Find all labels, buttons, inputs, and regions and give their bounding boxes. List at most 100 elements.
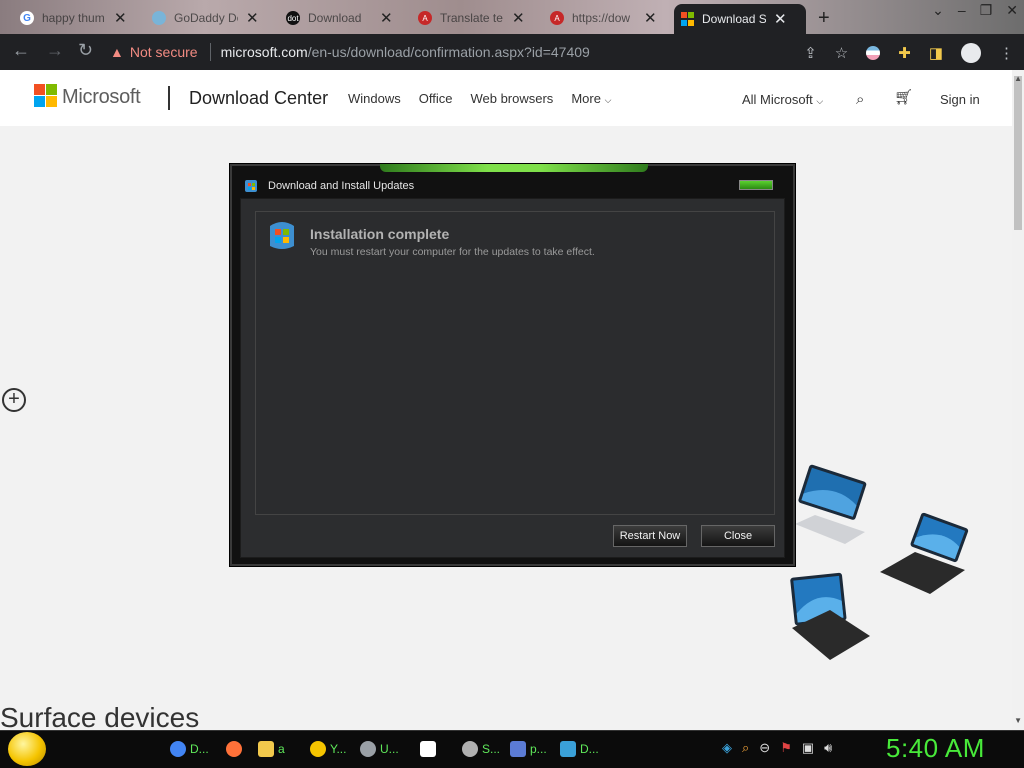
- volume-icon[interactable]: 🔊︎: [824, 740, 832, 756]
- network-icon[interactable]: ▣: [802, 740, 814, 756]
- microsoft-logo[interactable]: [34, 84, 57, 107]
- taskbar-item-label: U...: [380, 742, 399, 756]
- restore-icon[interactable]: ❐: [980, 2, 993, 19]
- taskbar-item-label: D...: [190, 742, 209, 756]
- gear-icon: [462, 741, 478, 757]
- dot-site-icon: dot: [286, 11, 300, 25]
- dialog-glow: [380, 164, 648, 172]
- taskbar-item-label: a: [278, 742, 285, 756]
- tab-label: GoDaddy De: [174, 11, 238, 25]
- tab-label: Download S: [702, 12, 766, 26]
- nav-office[interactable]: Office: [419, 91, 453, 106]
- chevron-down-icon: ⌵: [604, 95, 612, 105]
- tab-4[interactable]: A Translate te ✕: [412, 4, 531, 32]
- toolbar-icons: ⇪ ☆ ✚ ◨ ⋮: [804, 43, 1014, 63]
- back-icon[interactable]: ←: [12, 40, 30, 61]
- nav-more-label: More: [571, 91, 601, 106]
- flag-icon[interactable]: ⚑: [780, 740, 792, 756]
- tab-3[interactable]: dot Download ✕: [280, 4, 399, 32]
- search-icon[interactable]: ⌕: [742, 740, 749, 756]
- update-dialog: Download and Install Updates Installatio…: [230, 164, 795, 566]
- translate-icon: A: [550, 11, 564, 25]
- all-microsoft-menu[interactable]: All Microsoft ⌵: [742, 92, 823, 107]
- site-nav: Windows Office Web browsers More ⌵: [348, 91, 611, 106]
- taskbar-item-7[interactable]: S...: [462, 736, 500, 762]
- minimize-icon[interactable]: –: [958, 2, 966, 19]
- side-panel-icon[interactable]: ◨: [929, 44, 943, 62]
- extensions-puzzle-icon[interactable]: ✚: [898, 44, 911, 62]
- translate-icon: A: [418, 11, 432, 25]
- start-smiley-icon[interactable]: [8, 732, 46, 766]
- close-window-icon[interactable]: ✕: [1006, 2, 1018, 19]
- new-tab-button[interactable]: +: [818, 7, 830, 30]
- taskbar-clock[interactable]: 5:40 AM: [886, 733, 985, 764]
- surface-devices-image: [790, 464, 969, 660]
- close-tab-icon[interactable]: ✕: [114, 9, 127, 27]
- section-heading: Surface devices: [0, 702, 200, 730]
- url-field[interactable]: ▲ Not secure microsoft.com /en-us/downlo…: [110, 38, 850, 66]
- tab-1[interactable]: G happy thum ✕: [14, 4, 133, 32]
- taskbar-item-9[interactable]: D...: [560, 736, 599, 762]
- taskbar-item-8[interactable]: p...: [510, 736, 547, 762]
- scroll-up-icon[interactable]: ▲: [1014, 74, 1022, 83]
- update-tray-icon[interactable]: ◈: [722, 740, 732, 756]
- taskbar-item-5[interactable]: U...: [360, 736, 399, 762]
- document-icon: [510, 741, 526, 757]
- search-icon[interactable]: ⌕: [856, 91, 864, 108]
- close-tab-icon[interactable]: ✕: [246, 9, 259, 27]
- bookmark-star-icon[interactable]: ☆: [835, 44, 848, 62]
- windows-update-icon: [245, 180, 257, 192]
- url-host: microsoft.com: [220, 44, 308, 60]
- nav-more[interactable]: More ⌵: [571, 91, 611, 106]
- close-button[interactable]: Close: [701, 525, 775, 547]
- tab-6-active[interactable]: Download S ✕: [674, 4, 806, 34]
- close-tab-icon[interactable]: ✕: [380, 9, 393, 27]
- nav-windows[interactable]: Windows: [348, 91, 401, 106]
- tab-5[interactable]: A https://dow ✕: [544, 4, 663, 32]
- tab-search-icon[interactable]: ⌄: [932, 2, 944, 19]
- tab-2[interactable]: GoDaddy De ✕: [146, 4, 265, 32]
- tab-label: https://dow: [572, 11, 631, 25]
- system-tray: ◈ ⌕ ⊖ ⚑ ▣ 🔊︎: [722, 740, 832, 756]
- forward-icon[interactable]: →: [46, 40, 64, 61]
- chevron-down-icon: ⌵: [816, 96, 824, 106]
- globe-icon: [152, 11, 166, 25]
- scroll-down-icon[interactable]: ▼: [1014, 716, 1022, 725]
- taskbar-item-3[interactable]: a: [258, 736, 285, 762]
- taskbar-item-label: D...: [580, 742, 599, 756]
- google-icon: G: [20, 11, 34, 25]
- taskbar-item-2[interactable]: [226, 736, 242, 762]
- extension-flag-icon[interactable]: [866, 46, 881, 60]
- site-header: Microsoft Download Center Windows Office…: [0, 70, 1012, 126]
- share-icon[interactable]: ⇪: [804, 44, 817, 62]
- profile-avatar[interactable]: [961, 43, 981, 63]
- reload-icon[interactable]: ↻: [78, 40, 93, 61]
- warning-icon: ▲: [110, 44, 124, 60]
- cart-icon[interactable]: 🛒︎: [894, 88, 913, 106]
- tab-label: Translate te: [440, 11, 503, 25]
- brand-name[interactable]: Microsoft: [62, 86, 141, 109]
- all-microsoft-label: All Microsoft: [742, 92, 813, 107]
- taskbar-item-1[interactable]: D...: [170, 736, 209, 762]
- taskbar-item-4[interactable]: Y...: [310, 736, 346, 762]
- close-tab-icon[interactable]: ✕: [512, 9, 525, 27]
- scrollbar-thumb[interactable]: [1014, 76, 1022, 230]
- address-bar-row: ← → ↻ ▲ Not secure microsoft.com /en-us/…: [0, 34, 1024, 70]
- menu-icon[interactable]: ⋮: [999, 44, 1014, 62]
- dialog-body: Installation complete You must restart y…: [240, 198, 785, 558]
- minus-circle-icon[interactable]: ⊖: [759, 740, 770, 756]
- expand-plus-icon[interactable]: +: [2, 388, 26, 412]
- close-tab-icon[interactable]: ✕: [774, 10, 787, 28]
- section-title[interactable]: Download Center: [189, 88, 328, 109]
- not-secure-label[interactable]: Not secure: [130, 44, 198, 60]
- tab-label: happy thum: [42, 11, 105, 25]
- close-tab-icon[interactable]: ✕: [644, 9, 657, 27]
- nav-web-browsers[interactable]: Web browsers: [470, 91, 553, 106]
- chrome-icon: [170, 741, 186, 757]
- dialog-message: You must restart your computer for the u…: [310, 246, 595, 258]
- sign-in-link[interactable]: Sign in: [940, 92, 980, 107]
- palette-icon: [360, 741, 376, 757]
- restart-now-button[interactable]: Restart Now: [613, 525, 687, 547]
- taskbar-item-6[interactable]: [420, 736, 436, 762]
- firefox-icon: [226, 741, 242, 757]
